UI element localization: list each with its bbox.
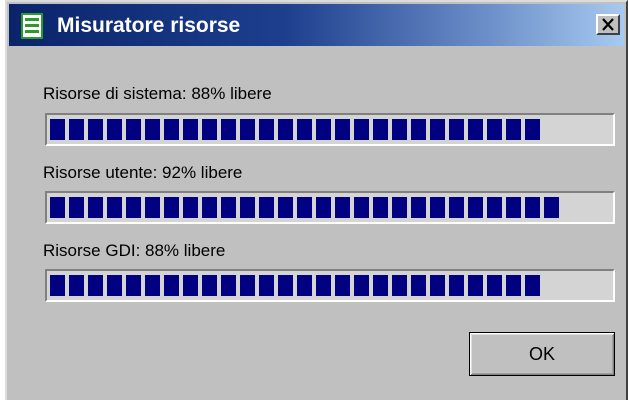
gdi-resources-meter <box>45 269 615 302</box>
screen: Misuratore risorse Risorse di sistema: 8… <box>0 0 628 400</box>
system-resources-meter <box>45 113 615 146</box>
system-resources-fill <box>50 119 540 140</box>
gdi-resources-label: Risorse GDI: 88% libere <box>43 241 226 260</box>
window-title: Misuratore risorse <box>57 14 241 37</box>
title-bar[interactable]: Misuratore risorse <box>9 4 624 46</box>
close-icon <box>602 18 614 31</box>
gdi-resources-fill <box>50 275 540 296</box>
user-resources-fill <box>50 197 559 218</box>
user-resources-meter <box>45 191 615 224</box>
close-button[interactable] <box>596 14 620 35</box>
user-resources-label: Risorse utente: 92% libere <box>43 163 243 182</box>
ok-button[interactable]: OK <box>469 332 615 376</box>
resource-meter-dialog: Misuratore risorse Risorse di sistema: 8… <box>5 0 628 400</box>
system-resources-label: Risorse di sistema: 88% libere <box>43 84 272 103</box>
resource-meter-icon <box>21 13 43 39</box>
